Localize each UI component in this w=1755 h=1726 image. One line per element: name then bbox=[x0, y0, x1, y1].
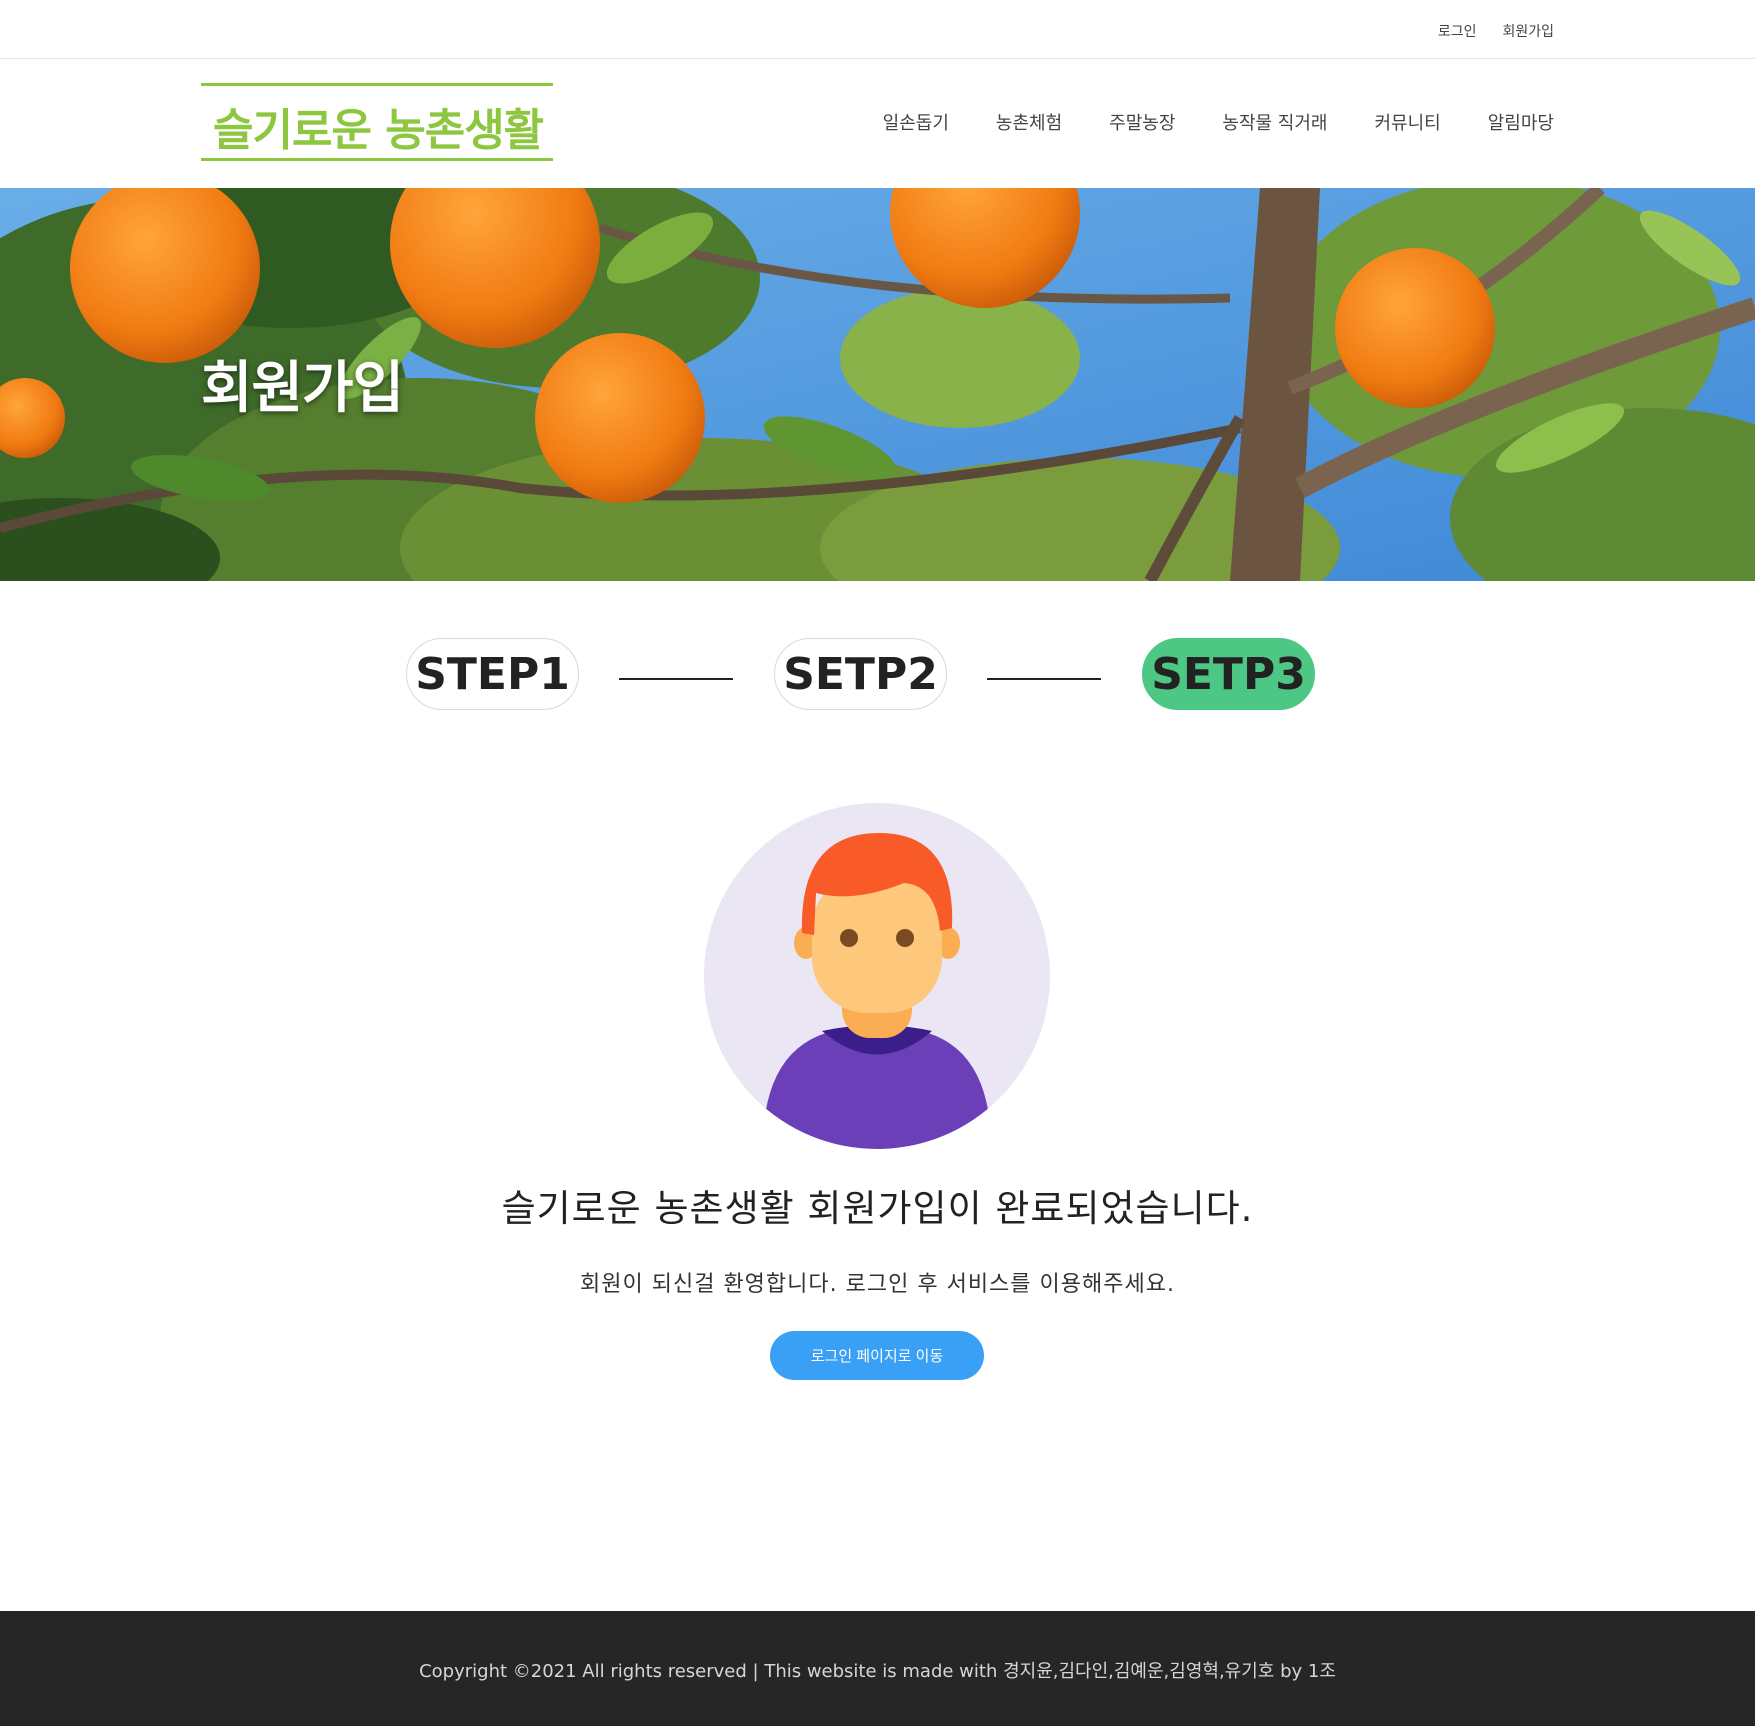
hero-title: 회원가입 bbox=[201, 356, 404, 421]
site-footer: Copyright ©2021 All rights reserved | Th… bbox=[0, 1611, 1755, 1726]
user-avatar-icon bbox=[704, 803, 1050, 1149]
signup-steps: STEP1 SETP2 SETP3 bbox=[0, 638, 1755, 712]
step-3-active: SETP3 bbox=[1142, 638, 1315, 710]
signup-link[interactable]: 회원가입 bbox=[1502, 21, 1554, 41]
go-to-login-button[interactable]: 로그인 페이지로 이동 bbox=[770, 1331, 984, 1380]
step-2: SETP2 bbox=[774, 638, 947, 710]
nav-item-community[interactable]: 커뮤니티 bbox=[1375, 109, 1441, 135]
step-connector bbox=[619, 678, 733, 680]
logo-text: 슬기로운 농촌생활 bbox=[213, 105, 544, 156]
top-utility-bar: 로그인 회원가입 bbox=[0, 0, 1755, 59]
login-link[interactable]: 로그인 bbox=[1438, 21, 1477, 41]
site-logo[interactable]: 슬기로운 농촌생활 bbox=[201, 83, 553, 161]
nav-item-direct-trade[interactable]: 농작물 직거래 bbox=[1222, 109, 1327, 135]
hero-banner: 회원가입 bbox=[0, 188, 1755, 581]
site-header: 슬기로운 농촌생활 일손돕기 농촌체험 주말농장 농작물 직거래 커뮤니티 알림… bbox=[0, 59, 1755, 188]
nav-item-notice[interactable]: 알림마당 bbox=[1488, 109, 1554, 135]
completion-title: 슬기로운 농촌생활 회원가입이 완료되었습니다. bbox=[501, 1187, 1254, 1230]
main-nav: 일손돕기 농촌체험 주말농장 농작물 직거래 커뮤니티 알림마당 bbox=[883, 109, 1554, 135]
copyright-text: Copyright ©2021 All rights reserved | Th… bbox=[419, 1661, 1336, 1682]
nav-item-weekend-farm[interactable]: 주말농장 bbox=[1109, 109, 1175, 135]
nav-item-help[interactable]: 일손돕기 bbox=[883, 109, 949, 135]
account-links: 로그인 회원가입 bbox=[1438, 21, 1554, 41]
step-connector bbox=[987, 678, 1101, 680]
step-1: STEP1 bbox=[406, 638, 579, 710]
nav-item-experience[interactable]: 농촌체험 bbox=[996, 109, 1062, 135]
completion-subtitle: 회원이 되신걸 환영합니다. 로그인 후 서비스를 이용해주세요. bbox=[580, 1272, 1175, 1297]
